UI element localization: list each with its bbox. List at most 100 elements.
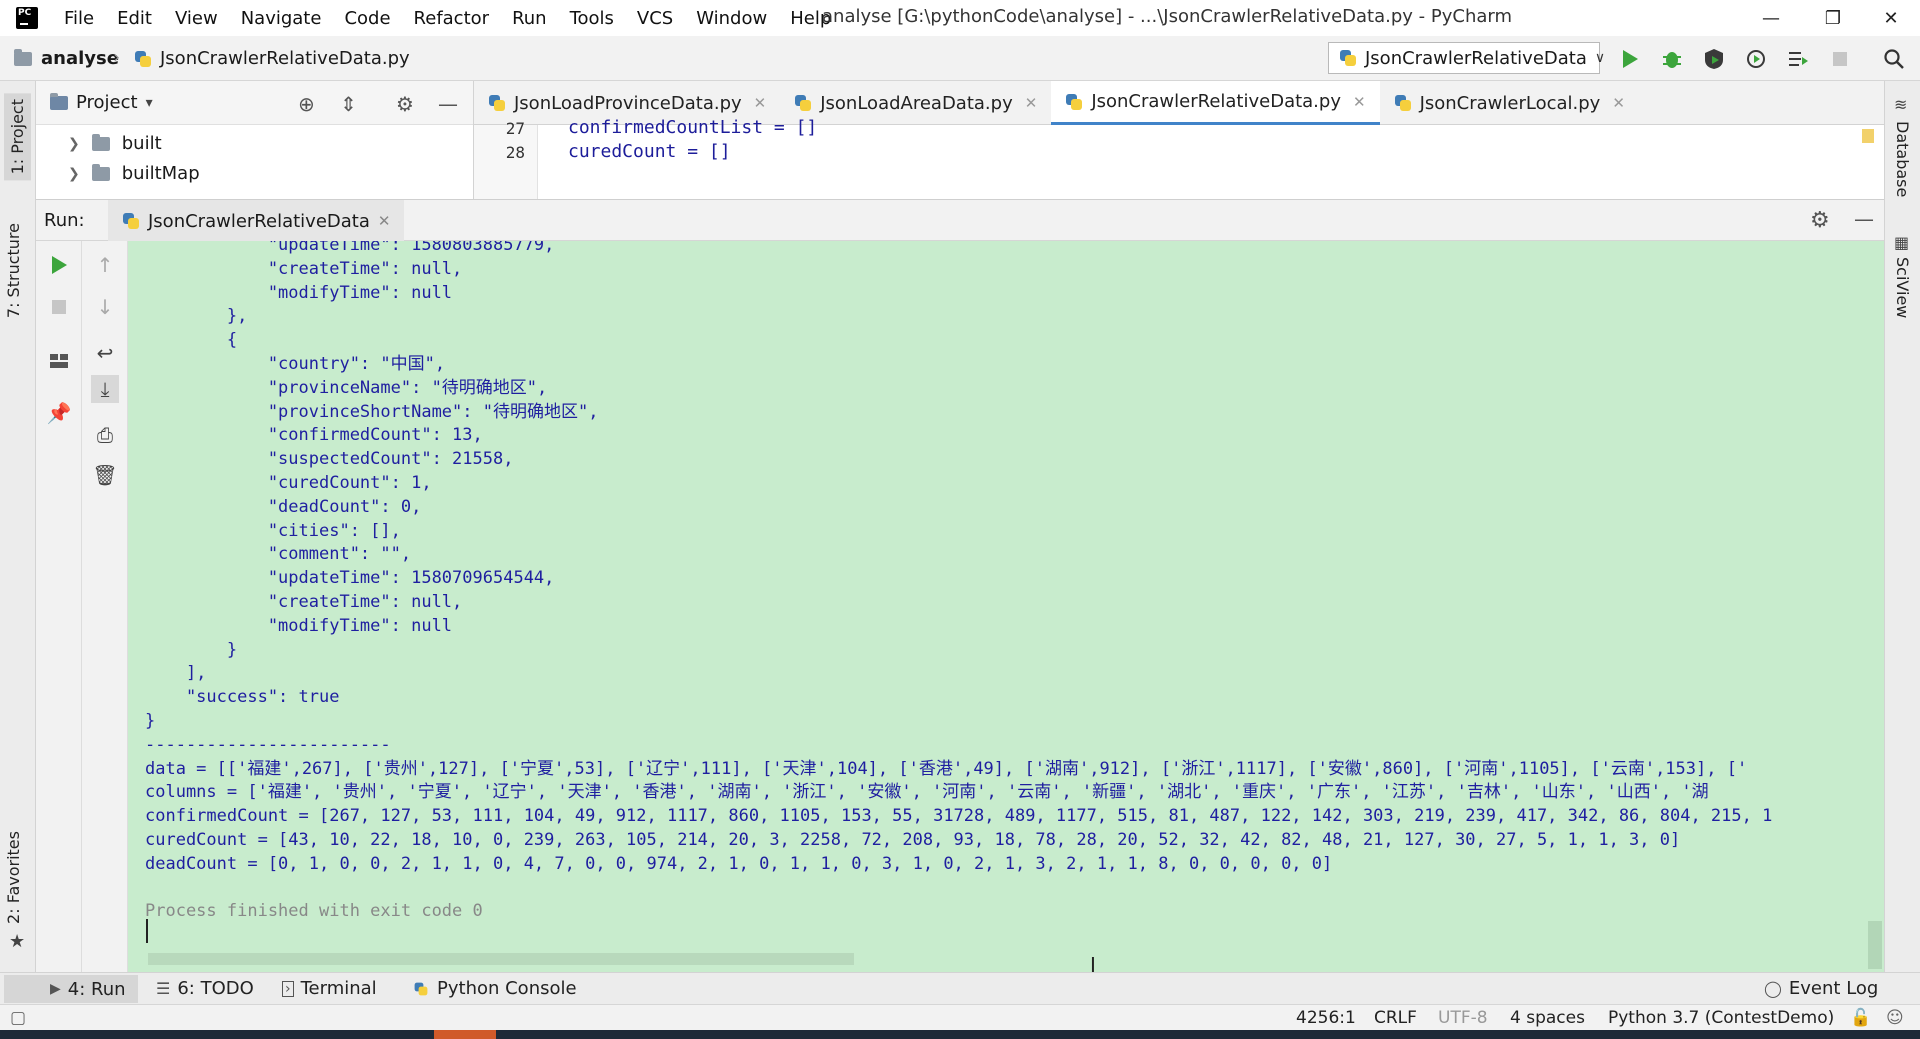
console-line: "comment": "",: [145, 544, 412, 565]
menu-file[interactable]: File: [64, 8, 94, 29]
close-tab-icon[interactable]: ✕: [1612, 94, 1625, 112]
star-icon: ★: [9, 931, 26, 952]
gear-icon[interactable]: ⚙: [396, 92, 414, 116]
line-separator[interactable]: CRLF: [1374, 1008, 1417, 1028]
inspector-icon[interactable]: ☺: [1886, 1008, 1904, 1028]
hide-panel-icon[interactable]: —: [1854, 207, 1874, 231]
horizontal-scrollbar[interactable]: [148, 953, 854, 965]
caret-position[interactable]: 4256:1: [1296, 1008, 1356, 1028]
code-line[interactable]: confirmedCountList = []: [568, 117, 817, 138]
python-interpreter[interactable]: Python 3.7 (ContestDemo): [1608, 1008, 1834, 1028]
tool-window-run-label: 4: Run: [67, 978, 126, 1000]
stop-button[interactable]: [1826, 45, 1854, 73]
soft-wrap-button[interactable]: ↩: [91, 339, 119, 367]
toggle-tool-windows-icon[interactable]: ▢: [10, 1008, 26, 1028]
tool-tab-sciview[interactable]: SciView: [1893, 257, 1912, 318]
menu-refactor[interactable]: Refactor: [414, 8, 490, 29]
tab-label: JsonLoadProvinceData.py: [514, 92, 742, 114]
pin-tab-button[interactable]: 📌: [45, 399, 73, 427]
run-icon: [52, 256, 67, 274]
tree-item-built[interactable]: ❯ built: [68, 133, 162, 154]
console-line: "success": true: [145, 687, 340, 708]
rerun-button[interactable]: [45, 251, 73, 279]
close-tab-icon[interactable]: ✕: [754, 94, 767, 112]
console-output[interactable]: "updateTime": 1580803885779, "createTime…: [128, 241, 1884, 972]
menu-tools[interactable]: Tools: [570, 8, 614, 29]
run-concurrency-button[interactable]: [1784, 45, 1812, 73]
tool-window-python-console[interactable]: Python Console: [412, 978, 577, 999]
breadcrumb-separator: ›: [113, 47, 121, 68]
scroll-up-button[interactable]: ↑: [91, 251, 119, 279]
minimize-button[interactable]: —: [1742, 0, 1800, 36]
print-icon: ⎙: [97, 423, 113, 447]
maximize-button[interactable]: ❐: [1804, 0, 1862, 36]
tool-tab-favorites[interactable]: 2: Favorites: [4, 831, 23, 924]
tool-window-run[interactable]: ▶ 4: Run: [4, 975, 138, 1003]
run-tab-jsoncrawlerrelativedata[interactable]: JsonCrawlerRelativeData ✕: [108, 200, 405, 242]
console-line: curedCount = [43, 10, 22, 18, 10, 0, 239…: [145, 830, 1681, 850]
vertical-scrollbar[interactable]: [1868, 921, 1882, 969]
hide-panel-icon[interactable]: —: [438, 92, 458, 116]
stop-run-button[interactable]: [45, 293, 73, 321]
locate-icon[interactable]: ⊕: [298, 92, 315, 116]
console-line: "createTime": null,: [145, 592, 463, 612]
console-line: "country": "中国",: [145, 354, 446, 374]
print-button[interactable]: ⎙: [91, 421, 119, 449]
menu-run[interactable]: Run: [512, 8, 547, 29]
console-line: {: [145, 330, 238, 351]
search-everywhere-button[interactable]: [1880, 45, 1908, 73]
code-editor[interactable]: 27 28 confirmedCountList = [] curedCount…: [474, 117, 1884, 199]
tool-tab-database[interactable]: Database: [1893, 121, 1912, 197]
code-line[interactable]: curedCount = []: [568, 141, 731, 162]
warning-marker-icon[interactable]: [1862, 129, 1874, 143]
tab-jsonloadareadata[interactable]: JsonLoadAreaData.py ✕: [780, 81, 1051, 125]
clear-all-button[interactable]: 🗑: [91, 461, 119, 489]
collapse-all-icon[interactable]: ⇕: [340, 92, 357, 116]
tool-window-event-log[interactable]: ◯ Event Log: [1764, 978, 1878, 999]
trash-icon: 🗑: [92, 463, 118, 487]
menu-edit[interactable]: Edit: [117, 8, 152, 29]
console-line: data = [['福建',267], ['贵州',127], ['宁夏',53…: [145, 758, 1748, 779]
indent-setting[interactable]: 4 spaces: [1510, 1008, 1585, 1028]
breadcrumb-file[interactable]: JsonCrawlerRelativeData.py: [134, 48, 410, 69]
scroll-down-button[interactable]: ↓: [91, 293, 119, 321]
restore-layout-button[interactable]: [45, 347, 73, 375]
gear-icon[interactable]: ⚙: [1810, 208, 1830, 233]
arrow-down-icon: ↓: [96, 295, 114, 319]
tree-item-label: built: [121, 133, 162, 154]
run-panel-label: Run:: [44, 210, 85, 231]
profile-button[interactable]: [1742, 45, 1770, 73]
tree-item-builtmap[interactable]: ❯ builtMap: [68, 163, 200, 184]
close-window-button[interactable]: ✕: [1862, 0, 1920, 36]
close-tab-icon[interactable]: ✕: [1353, 93, 1366, 111]
layout-icon: [50, 354, 68, 368]
run-button[interactable]: [1616, 45, 1644, 73]
run-configuration-select[interactable]: JsonCrawlerRelativeData ∨: [1328, 42, 1605, 74]
scroll-to-end-button[interactable]: ⤓: [91, 375, 119, 403]
file-encoding[interactable]: UTF-8: [1438, 1008, 1488, 1028]
tool-tab-structure[interactable]: 7: Structure: [4, 223, 23, 318]
run-with-coverage-button[interactable]: [1700, 45, 1728, 73]
tab-jsoncrawlerlocal[interactable]: JsonCrawlerLocal.py ✕: [1380, 81, 1639, 125]
menu-view[interactable]: View: [175, 8, 218, 29]
close-tab-icon[interactable]: ✕: [1025, 94, 1038, 112]
python-file-icon: [488, 94, 506, 112]
close-tab-icon[interactable]: ✕: [378, 212, 391, 230]
lock-icon[interactable]: 🔓: [1850, 1008, 1871, 1028]
tool-window-todo-label: 6: TODO: [177, 978, 254, 999]
tab-jsoncrawlerrelativedata[interactable]: JsonCrawlerRelativeData.py ✕: [1051, 81, 1380, 125]
menu-code[interactable]: Code: [344, 8, 390, 29]
menu-navigate[interactable]: Navigate: [241, 8, 322, 29]
tool-window-terminal[interactable]: › Terminal: [282, 978, 377, 999]
tool-window-bar: ▶ 4: Run ☰ 6: TODO › Terminal Python Con…: [0, 972, 1920, 1004]
breadcrumb-project[interactable]: analyse: [14, 48, 119, 69]
console-line: "provinceShortName": "待明确地区",: [145, 401, 599, 422]
tool-tab-project[interactable]: 1: Project: [4, 93, 31, 181]
tab-label: JsonCrawlerLocal.py: [1419, 92, 1601, 114]
debug-button[interactable]: [1658, 45, 1686, 73]
menu-vcs[interactable]: VCS: [637, 8, 673, 29]
menu-window[interactable]: Window: [696, 8, 767, 29]
chevron-down-icon[interactable]: ▾: [146, 95, 153, 111]
tool-window-todo[interactable]: ☰ 6: TODO: [156, 978, 254, 999]
project-panel-title[interactable]: Project: [76, 92, 138, 113]
